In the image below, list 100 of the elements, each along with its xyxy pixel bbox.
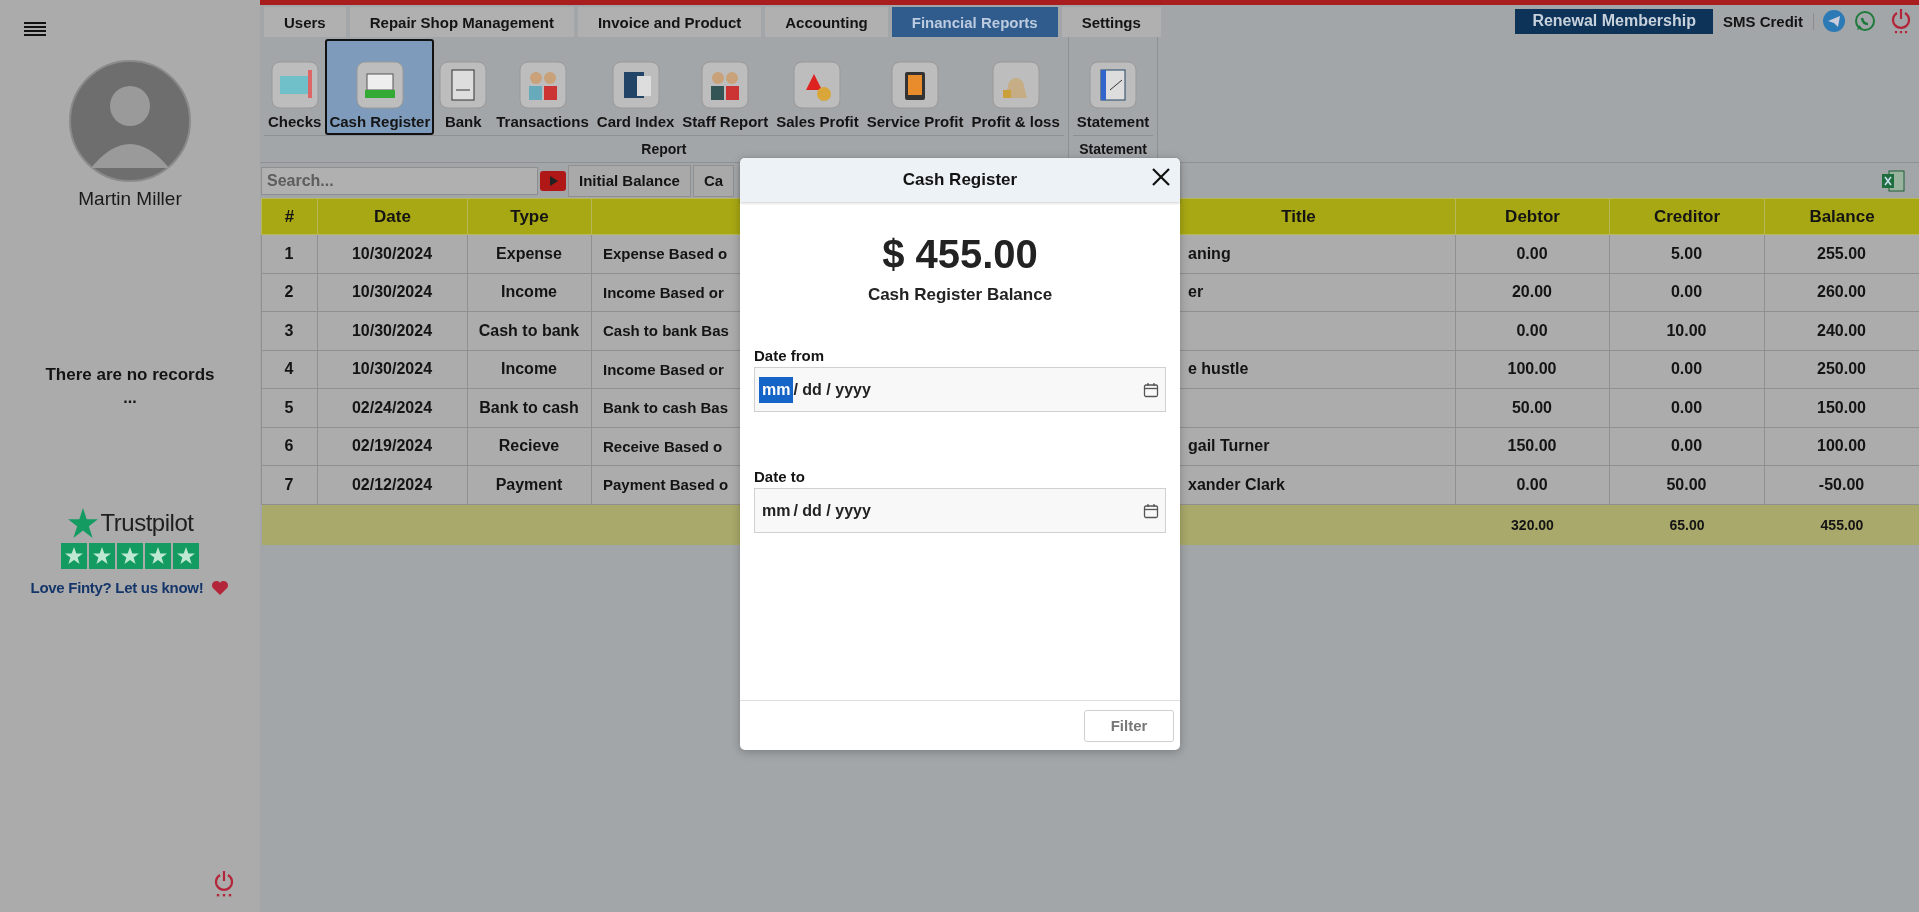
search-field[interactable]: Search... bbox=[261, 166, 538, 195]
people-icon bbox=[700, 60, 751, 110]
table-cell: Bank to cash bbox=[467, 388, 592, 427]
nav-tab[interactable]: Financial Reports bbox=[891, 7, 1058, 37]
user-name: Martin Miller bbox=[78, 188, 182, 210]
table-cell: 1 bbox=[261, 234, 318, 273]
table-cell: 100.00 bbox=[1764, 427, 1919, 466]
total-cell: 65.00 bbox=[1609, 504, 1765, 545]
calendar-icon[interactable] bbox=[1143, 502, 1159, 519]
document-icon bbox=[438, 60, 489, 110]
power-icon[interactable] bbox=[213, 870, 235, 898]
group-label: Statement bbox=[1078, 140, 1148, 159]
table-cell: 150.00 bbox=[1455, 427, 1610, 466]
ribbon-button[interactable]: Card Index bbox=[592, 39, 679, 135]
tablet-icon bbox=[890, 60, 941, 110]
group-label: Report bbox=[640, 140, 688, 159]
play-icon[interactable] bbox=[540, 170, 566, 191]
ribbon-button[interactable]: Bank bbox=[434, 39, 493, 135]
sms-credit-link[interactable]: SMS Credit bbox=[1717, 12, 1814, 30]
table-cell: Expense bbox=[467, 234, 592, 273]
table-cell: 250.00 bbox=[1764, 350, 1919, 389]
filter-button[interactable]: Filter bbox=[1084, 709, 1174, 742]
toolbar-button[interactable]: Ca bbox=[692, 164, 735, 197]
menu-icon[interactable] bbox=[24, 20, 46, 38]
ribbon-button[interactable]: Statement bbox=[1072, 39, 1154, 135]
table-cell: 10/30/2024 bbox=[317, 350, 468, 389]
date-field[interactable]: mm / dd / yyyy bbox=[754, 488, 1166, 533]
spreadsheet-icon[interactable] bbox=[1881, 168, 1905, 193]
table-cell: 0.00 bbox=[1455, 234, 1610, 273]
feedback-link[interactable]: Love Finty? Let us know! bbox=[30, 579, 204, 596]
date-field[interactable]: mm / dd / yyyy bbox=[754, 367, 1166, 412]
ribbon-button[interactable]: Transactions bbox=[492, 39, 593, 135]
table-cell: 260.00 bbox=[1764, 273, 1919, 312]
nav-tab[interactable]: Settings bbox=[1061, 7, 1161, 37]
paper-plane-icon[interactable] bbox=[1823, 10, 1845, 32]
table-cell: Income bbox=[467, 350, 592, 389]
trustpilot-logo[interactable]: Trustpilot bbox=[66, 507, 194, 539]
ellipsis-text: ... bbox=[123, 389, 137, 407]
table-cell: 5.00 bbox=[1609, 234, 1765, 273]
ribbon-button[interactable]: Cash Register bbox=[325, 39, 435, 135]
table-cell: 150.00 bbox=[1764, 388, 1919, 427]
table-cell: 20.00 bbox=[1455, 273, 1610, 312]
ribbon-button[interactable]: Profit & loss bbox=[967, 39, 1064, 135]
nav-tab[interactable]: Users bbox=[264, 7, 346, 37]
table-cell: 0.00 bbox=[1455, 465, 1610, 504]
table-cell: 0.00 bbox=[1609, 273, 1765, 312]
table-cell: 0.00 bbox=[1455, 311, 1610, 350]
renewal-button[interactable]: Renewal Membership bbox=[1515, 8, 1713, 34]
total-cell: 455.00 bbox=[1764, 504, 1919, 545]
nav-tab[interactable]: Accounting bbox=[765, 7, 888, 37]
table-cell: 7 bbox=[261, 465, 318, 504]
table-cell: 2 bbox=[261, 273, 318, 312]
table-cell: 10/30/2024 bbox=[317, 234, 468, 273]
empty-message: There are no records bbox=[45, 365, 215, 385]
chart-icon bbox=[1088, 60, 1139, 110]
table-cell: Income bbox=[467, 273, 592, 312]
ribbon-button[interactable]: Checks bbox=[264, 39, 326, 135]
balance-label: Cash Register Balance bbox=[866, 285, 1054, 305]
ribbon-button[interactable]: Sales Profit bbox=[772, 39, 863, 135]
table-cell: 100.00 bbox=[1455, 350, 1610, 389]
column-header: Type bbox=[467, 198, 592, 235]
power-icon[interactable] bbox=[1890, 8, 1912, 34]
table-cell: Payment bbox=[467, 465, 592, 504]
table-cell: 0.00 bbox=[1609, 350, 1765, 389]
table-cell: 10/30/2024 bbox=[317, 311, 468, 350]
table-cell: -50.00 bbox=[1764, 465, 1919, 504]
column-header: # bbox=[261, 198, 318, 235]
close-icon[interactable] bbox=[1150, 166, 1172, 188]
table-cell: 50.00 bbox=[1455, 388, 1610, 427]
nav-tab[interactable]: Repair Shop Management bbox=[349, 7, 574, 37]
table-cell: 5 bbox=[261, 388, 318, 427]
table-cell: 240.00 bbox=[1764, 311, 1919, 350]
column-header: Balance bbox=[1764, 198, 1919, 235]
table-cell: Cash to bank bbox=[467, 311, 592, 350]
column-header: Debtor bbox=[1455, 198, 1610, 235]
ribbon-button[interactable]: Service Profit bbox=[862, 39, 968, 135]
people-icon bbox=[517, 60, 568, 110]
table-cell: 02/24/2024 bbox=[317, 388, 468, 427]
cash-register-icon bbox=[354, 60, 405, 110]
table-cell: Recieve bbox=[467, 427, 592, 466]
table-cell: 02/12/2024 bbox=[317, 465, 468, 504]
table-cell: 0.00 bbox=[1609, 388, 1765, 427]
column-header: Creditor bbox=[1609, 198, 1765, 235]
table-cell: 50.00 bbox=[1609, 465, 1765, 504]
total-cell: 320.00 bbox=[1455, 504, 1610, 545]
dialog-title: Cash Register bbox=[902, 170, 1018, 190]
total-cell bbox=[261, 504, 318, 545]
table-cell: 0.00 bbox=[1609, 427, 1765, 466]
heart-icon bbox=[211, 579, 230, 596]
table-cell: 10.00 bbox=[1609, 311, 1765, 350]
calendar-icon[interactable] bbox=[1143, 381, 1159, 398]
table-cell: 4 bbox=[261, 350, 318, 389]
field-label: Date from bbox=[754, 347, 825, 364]
table-cell: 255.00 bbox=[1764, 234, 1919, 273]
table-cell: 3 bbox=[261, 311, 318, 350]
toolbar-button[interactable]: Initial Balance bbox=[568, 164, 691, 197]
table-cell: 6 bbox=[261, 427, 318, 466]
field-label: Date to bbox=[754, 468, 806, 485]
ribbon-button[interactable]: Staff Report bbox=[678, 39, 773, 135]
nav-tab[interactable]: Invoice and Product bbox=[577, 7, 762, 37]
